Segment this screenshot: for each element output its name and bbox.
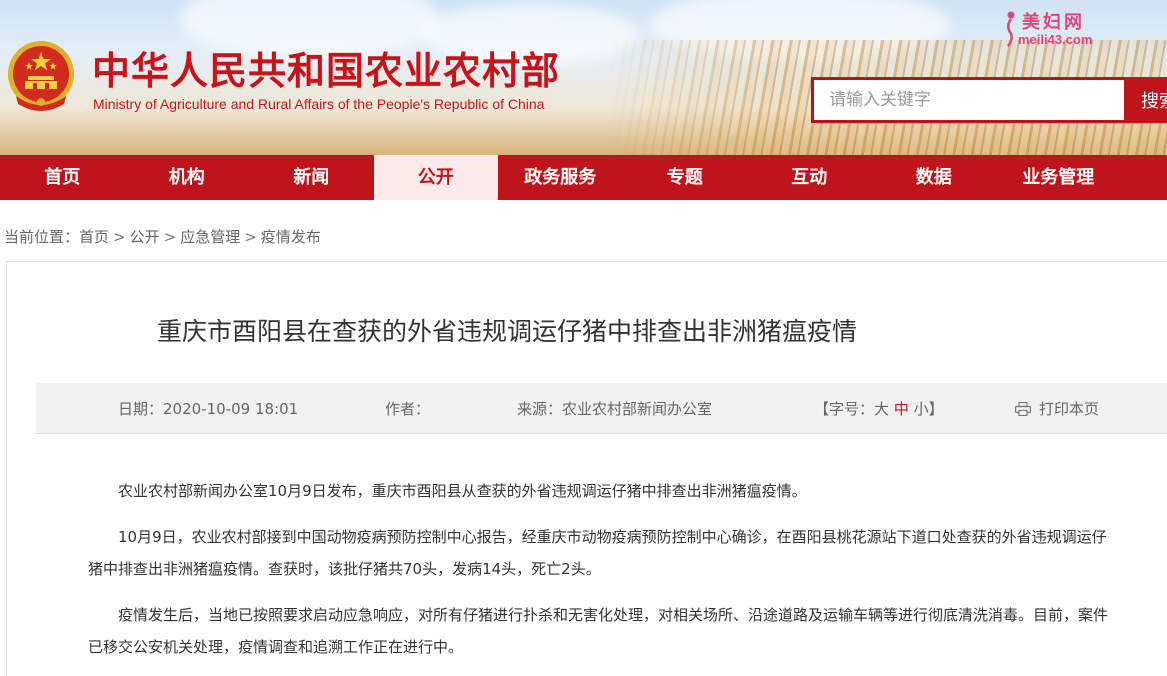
nav-item-services[interactable]: 政务服务 <box>498 155 623 200</box>
article-meta-bar: 日期：2020-10-09 18:01 作者： 来源：农业农村部新闻办公室 【字… <box>36 383 1167 434</box>
article-paragraph: 10月9日，农业农村部接到中国动物疫病预防控制中心报告，经重庆市动物疫病预防控制… <box>88 528 1107 578</box>
breadcrumb-separator: > <box>163 228 177 246</box>
nav-item-business[interactable]: 业务管理 <box>996 155 1121 200</box>
nav-item-interaction[interactable]: 互动 <box>747 155 872 200</box>
font-size-small-button[interactable]: 小 <box>914 400 929 418</box>
font-size-large-button[interactable]: 大 <box>874 400 889 418</box>
breadcrumb-separator: > <box>244 228 257 246</box>
print-icon <box>1015 402 1031 416</box>
national-emblem-icon[interactable] <box>6 38 76 114</box>
font-size-suffix: 】 <box>928 400 944 418</box>
article-paragraph: 农业农村部新闻办公室10月9日发布，重庆市酉阳县从查获的外省违规调运仔猪中排查出… <box>118 482 807 500</box>
search-input[interactable] <box>811 77 1124 123</box>
breadcrumb-separator: > <box>113 228 126 246</box>
print-button[interactable]: 打印本页 <box>1015 398 1099 419</box>
watermark: 美妇网 meili43.com <box>1000 8 1112 52</box>
header-banner: 中华人民共和国农业农村部 Ministry of Agriculture and… <box>0 0 1167 155</box>
watermark-figure-icon <box>1006 11 1015 47</box>
article-paragraph: 疫情发生后，当地已按照要求启动应急响应，对所有仔猪进行扑杀和无害化处理，对相关场… <box>88 606 1109 656</box>
watermark-url: meili43.com <box>1018 32 1093 47</box>
font-size-controls: 【字号：大 中 小】 <box>814 398 944 419</box>
site-title[interactable]: 中华人民共和国农业农村部 <box>92 40 560 95</box>
breadcrumb: 当前位置：首页 > 公开 > 应急管理 > 疫情发布 <box>4 226 321 247</box>
font-size-medium-button[interactable]: 中 <box>894 400 909 418</box>
article-title: 重庆市酉阳县在查获的外省违规调运仔猪中排查出非洲猪瘟疫情 <box>156 317 857 346</box>
search-box: 搜索 <box>811 77 1167 123</box>
breadcrumb-disclosure[interactable]: 公开 <box>130 228 160 246</box>
watermark-brand: 美妇网 <box>1022 12 1085 33</box>
nav-item-organization[interactable]: 机构 <box>125 155 250 200</box>
breadcrumb-home[interactable]: 首页 <box>79 228 109 246</box>
nav-item-home[interactable]: 首页 <box>0 155 125 200</box>
article-source: 来源：农业农村部新闻办公室 <box>517 400 713 418</box>
print-label: 打印本页 <box>1039 400 1100 418</box>
breadcrumb-emergency[interactable]: 应急管理 <box>180 228 240 246</box>
article-date: 日期：2020-10-09 18:01 <box>118 400 299 418</box>
breadcrumb-prefix: 当前位置： <box>4 228 80 246</box>
article-author: 作者： <box>385 400 431 418</box>
article-panel: 重庆市酉阳县在查获的外省违规调运仔猪中排查出非洲猪瘟疫情 日期：2020-10-… <box>6 261 1167 676</box>
nav-item-news[interactable]: 新闻 <box>249 155 374 200</box>
font-size-prefix: 【字号： <box>814 400 875 418</box>
search-button[interactable]: 搜索 <box>1124 77 1167 123</box>
nav-item-disclosure[interactable]: 公开 <box>373 155 498 200</box>
breadcrumb-epidemic-release[interactable]: 疫情发布 <box>261 228 321 246</box>
main-nav: 首页 机构 新闻 公开 政务服务 专题 互动 数据 业务管理 <box>0 155 1167 200</box>
nav-item-topics[interactable]: 专题 <box>623 155 748 200</box>
nav-item-data[interactable]: 数据 <box>872 155 997 200</box>
site-subtitle: Ministry of Agriculture and Rural Affair… <box>93 96 545 112</box>
